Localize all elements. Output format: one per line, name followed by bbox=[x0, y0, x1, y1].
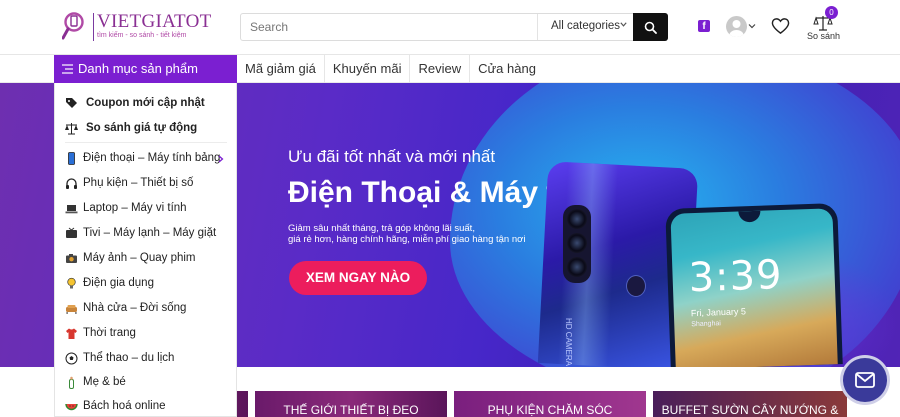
nav-link-promotions[interactable]: Khuyến mãi bbox=[325, 55, 411, 83]
facebook-icon[interactable]: f bbox=[698, 20, 710, 32]
hero-cta-button[interactable]: XEM NGAY NÀO bbox=[289, 261, 427, 295]
phone-clock: 3:39 bbox=[687, 252, 784, 302]
compare-count-badge: 0 bbox=[825, 6, 838, 19]
camera-lens bbox=[567, 257, 587, 277]
nav-link-review[interactable]: Review bbox=[410, 55, 471, 83]
phone-date: Fri, January 5 bbox=[690, 306, 747, 319]
chat-button[interactable] bbox=[843, 358, 887, 402]
side-item-label: Máy ảnh – Quay phim bbox=[83, 252, 196, 264]
camera-lens bbox=[567, 233, 587, 253]
promo-tile[interactable]: THẾ GIỚI THIẾT BỊ ĐEO bbox=[255, 391, 447, 417]
lightbulb-icon bbox=[67, 277, 76, 289]
search-button[interactable] bbox=[633, 13, 668, 41]
hero-description: Giảm sâu nhất tháng, trả góp không lãi s… bbox=[288, 223, 558, 245]
nav-links: Mã giảm giá Khuyến mãi Review Cửa hàng bbox=[237, 55, 544, 83]
side-item-label: Phụ kiện – Thiết bị số bbox=[83, 177, 194, 189]
side-item-price-compare[interactable]: So sánh giá tự động bbox=[55, 117, 236, 141]
nav-link-stores[interactable]: Cửa hàng bbox=[470, 55, 544, 83]
side-item-label: So sánh giá tự động bbox=[86, 122, 198, 134]
search-input[interactable] bbox=[241, 14, 537, 40]
logo-divider bbox=[93, 13, 94, 41]
category-select[interactable]: All categories bbox=[537, 14, 635, 40]
phone-screen: 3:39 Fri, January 5 Shanghai bbox=[670, 208, 838, 367]
logo-tagline: tìm kiếm - so sánh - tiết kiệm bbox=[97, 32, 187, 39]
side-item-home-electric[interactable]: Điện gia dụng bbox=[55, 272, 236, 296]
avatar-silhouette bbox=[729, 20, 744, 37]
side-item-sports-travel[interactable]: Thể thao – du lịch bbox=[55, 347, 236, 371]
baby-bottle-icon bbox=[69, 376, 74, 389]
menu-icon bbox=[62, 64, 73, 74]
side-item-home-living[interactable]: Nhà cửa – Đời sống bbox=[55, 297, 236, 321]
promo-tile[interactable]: PHỤ KIỆN CHĂM SÓC bbox=[454, 391, 646, 417]
side-item-phones-tablets[interactable]: Điện thoại – Máy tính bảng bbox=[55, 147, 236, 171]
hero-description-line: giá rẻ hơn, hàng chính hãng, miễn phí gi… bbox=[288, 234, 526, 245]
user-avatar-icon[interactable] bbox=[726, 16, 747, 37]
phone-fingerprint-sensor bbox=[626, 275, 646, 297]
search-bar: All categories bbox=[240, 13, 668, 41]
side-item-tv-appliances[interactable]: Tivi – Máy lạnh – Máy giặt bbox=[55, 222, 236, 246]
phone-icon bbox=[68, 152, 75, 165]
compare-label: So sánh bbox=[807, 31, 841, 41]
side-item-label: Thời trang bbox=[83, 327, 136, 339]
side-item-mom-baby[interactable]: Mẹ & bé bbox=[55, 371, 236, 395]
side-item-label: Thể thao – du lịch bbox=[83, 352, 175, 364]
side-item-grocery[interactable]: Bách hoá online bbox=[55, 395, 236, 417]
phone-front-image: 3:39 Fri, January 5 Shanghai bbox=[665, 203, 843, 367]
search-icon bbox=[644, 21, 657, 34]
laptop-icon bbox=[65, 205, 78, 214]
side-item-accessories[interactable]: Phụ kiện – Thiết bị số bbox=[55, 172, 236, 196]
chevron-down-icon bbox=[620, 22, 627, 27]
category-side-menu: Coupon mới cập nhật So sánh giá tự động … bbox=[54, 83, 237, 417]
hero-kicker: Ưu đãi tốt nhất và mới nhất bbox=[288, 147, 496, 166]
side-item-label: Laptop – Máy vi tính bbox=[83, 202, 187, 214]
side-item-label: Nhà cửa – Đời sống bbox=[83, 302, 187, 314]
logo-magnifier-icon bbox=[62, 12, 84, 40]
camera-icon bbox=[66, 254, 77, 263]
sofa-icon bbox=[66, 305, 77, 314]
side-item-coupons[interactable]: Coupon mới cập nhật bbox=[55, 92, 236, 116]
side-item-label: Điện thoại – Máy tính bảng bbox=[83, 152, 221, 164]
site-header: VIETGIATOT tìm kiếm - so sánh - tiết kiệ… bbox=[0, 0, 900, 55]
logo-name: VIETGIATOT bbox=[97, 11, 212, 32]
side-item-laptops[interactable]: Laptop – Máy vi tính bbox=[55, 197, 236, 221]
side-item-label: Bách hoá online bbox=[83, 400, 166, 412]
nav-link-coupons[interactable]: Mã giảm giá bbox=[237, 55, 325, 83]
logo[interactable]: VIETGIATOT tìm kiếm - so sánh - tiết kiệ… bbox=[62, 11, 211, 45]
side-menu-divider bbox=[65, 142, 227, 143]
promo-tile[interactable]: BUFFET SƯỜN CÂY NƯỚNG & bbox=[653, 391, 847, 417]
main-navbar: Danh mục sản phẩm Mã giảm giá Khuyến mãi… bbox=[0, 55, 900, 83]
categories-toggle-button[interactable]: Danh mục sản phẩm bbox=[54, 55, 237, 83]
shirt-icon bbox=[66, 328, 77, 339]
soccer-ball-icon bbox=[65, 352, 78, 365]
tv-icon bbox=[66, 227, 77, 238]
chevron-right-icon bbox=[218, 155, 224, 163]
headphones-icon bbox=[66, 178, 77, 189]
categories-toggle-label: Danh mục sản phẩm bbox=[78, 61, 198, 76]
phone-notch bbox=[738, 210, 761, 223]
side-item-fashion[interactable]: Thời trang bbox=[55, 322, 236, 346]
mail-chat-icon bbox=[855, 372, 875, 388]
camera-lens bbox=[567, 209, 587, 229]
tag-icon bbox=[66, 98, 77, 108]
side-item-label: Mẹ & bé bbox=[83, 376, 126, 388]
page: VIETGIATOT tìm kiếm - so sánh - tiết kiệ… bbox=[0, 0, 900, 417]
scale-icon bbox=[65, 123, 78, 135]
chevron-down-icon[interactable] bbox=[748, 22, 756, 30]
phone-location: Shanghai bbox=[691, 320, 721, 329]
side-item-cameras[interactable]: Máy ảnh – Quay phim bbox=[55, 247, 236, 271]
hero-description-line: Giảm sâu nhất tháng, trả góp không lãi s… bbox=[288, 223, 475, 234]
compare-button[interactable]: 0 So sánh bbox=[805, 6, 841, 44]
side-item-label: Điện gia dụng bbox=[83, 277, 154, 289]
phone-brand-text: HD CAMERA bbox=[564, 318, 573, 367]
watermelon-icon bbox=[65, 403, 78, 411]
phone-camera-module bbox=[563, 205, 591, 283]
category-select-value: All categories bbox=[551, 20, 621, 32]
side-item-label: Coupon mới cập nhật bbox=[86, 97, 205, 109]
heart-icon[interactable] bbox=[771, 17, 790, 35]
side-item-label: Tivi – Máy lạnh – Máy giặt bbox=[83, 227, 217, 239]
